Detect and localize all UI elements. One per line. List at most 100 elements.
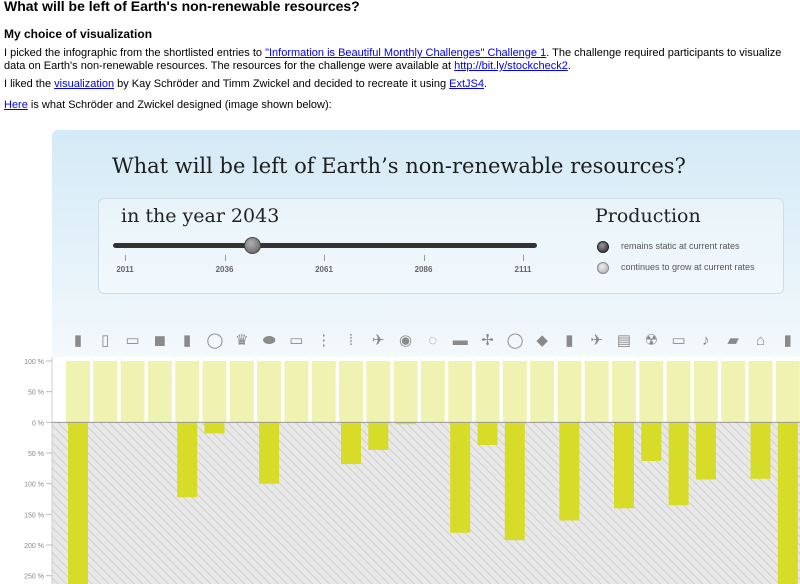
remaining-bar [366,361,391,423]
remaining-bar [666,361,691,423]
deficit-bar [695,422,716,480]
extjs4-link[interactable]: ExtJS4 [449,78,484,90]
deficit-bar [450,422,471,533]
monitor-icon: ▭ [125,332,140,349]
stockcheck-link[interactable]: http://bit.ly/stockcheck2 [454,60,568,72]
deficit-bar [614,422,634,509]
airplane-icon: ✈ [590,332,603,349]
slider-tick [523,255,524,261]
remaining-bar [147,361,172,423]
diamond-ring-icon: ◌ [428,332,438,349]
pill-icon: ⬬ [262,332,276,349]
remaining-bar [420,361,445,423]
slider-tick [125,255,126,261]
year-slider-track[interactable] [113,243,537,248]
visualization-link[interactable]: visualization [54,78,114,90]
remaining-bar [502,361,527,423]
credit-paragraph: I liked the visualization by Kay Schröde… [4,78,487,91]
remaining-bar [557,361,582,423]
slider-tick-label: 2086 [414,265,433,274]
battery-icon: ▮ [783,332,792,349]
crown-icon: ♛ [235,332,249,349]
y-tick-label: 100 % [24,359,44,366]
slider-tick-label: 2061 [315,265,333,274]
deficit-bar [750,422,771,479]
text: . [567,60,571,72]
remaining-bar [639,361,664,423]
remaining-bar [693,361,718,423]
page-title: What will be left of Earth's non-renewab… [4,0,360,14]
radio-grow-label: continues to grow at current rates [621,262,755,272]
deficit-bar [259,422,280,484]
deficit-bar [368,422,389,450]
controls-panel: in the year 2043 2011 2036 2061 2086 2111 Pr… [98,198,784,294]
remaining-bar [612,361,636,423]
saxophone-icon: ♪ [702,332,710,349]
cells-icon: ▯ [101,332,110,349]
monitor-icon: ▭ [671,332,686,349]
text: by Kay Schröder and Timm Zwickel and dec… [114,78,450,90]
remaining-bar [448,361,473,423]
text: is what Schröder and Zwickel designed (i… [27,99,332,111]
radio-static[interactable] [597,241,609,253]
resource-icons-row: ▮ ▯ ▭ ◼ ▮ ◯ ♛ ⬬ ▭ ⋮ ⁞ ✈ ◉ ◌ ▬ ✢ ◯ ◆ ▮ ✈ ▤ ☢ ▭ ♪ ▰ ⌂ ▮ [52,326,800,356]
y-tick-label: 250 % [24,574,44,581]
text: I picked the infographic from the shortl… [4,47,266,59]
year-slider-handle[interactable] [244,237,262,254]
deficit-bar [204,422,225,434]
remaining-bar [339,361,363,423]
remaining-bar [66,361,90,423]
remaining-bar [175,361,200,423]
ring-icon: ◯ [206,332,224,349]
y-tick-label: 150 % [24,512,44,519]
deficit-bar [341,422,361,465]
remaining-bar [202,361,227,423]
bar-icon: ▬ [452,332,468,349]
radio-grow[interactable] [597,262,609,274]
bulbs-icon: ⁞ [348,332,354,349]
remaining-bar [530,361,555,423]
y-tick-label: 100 % [24,482,44,489]
y-tick-label: 200 % [24,543,44,550]
monitor-icon: ▭ [289,332,304,349]
deficit-bar [641,422,662,462]
wires-icon: ⋮ [316,332,332,349]
slider-tick [224,255,226,261]
remaining-bar [120,361,145,423]
pipe-icon: ◆ [536,332,548,349]
slider-tick-label: 2011 [116,265,134,274]
phone-icon: ▮ [183,332,192,349]
remaining-bar [748,361,773,423]
slider-tick-label: 2111 [514,265,532,274]
text: . [483,78,488,90]
y-tick-label: 50 % [28,390,44,397]
coin-icon: ◉ [399,332,413,349]
house-icon: ⌂ [755,332,766,349]
challenge-link[interactable]: "Information is Beautiful Monthly Challe… [265,47,546,59]
ring-icon: ◯ [506,332,524,349]
remaining-bar [775,361,800,423]
image-intro-paragraph: Here is what Schröder and Zwickel design… [4,99,332,112]
chart-svg: 100 % 50 % 0 % 50 % 100 % 150 % 200 % 250 % [24,357,800,584]
section-heading: My choice of visualization [4,27,153,41]
can-icon: ◼ [153,332,167,349]
remaining-bar [229,361,254,423]
here-link[interactable]: Here [4,99,28,111]
deficit-bar [559,422,580,521]
remaining-bar [721,361,746,423]
remaining-bar [475,361,500,423]
deficit-bar [777,422,798,584]
remaining-bar [311,361,336,423]
infographic-title: What will be left of Earth’s non-renewab… [112,154,686,178]
slider-tick [423,255,425,261]
remaining-bar [393,361,418,423]
deficit-bar [504,422,525,541]
y-tick-label: 50 % [28,451,44,458]
radio-static-label: remains static at current rates [621,241,740,251]
airplane-icon: ✈ [372,332,385,349]
y-tick-label: 0 % [32,420,44,427]
deficit-bar [477,422,498,446]
remaining-bar [93,361,118,423]
year-label: in the year 2043 [121,205,280,227]
remaining-bar [284,361,309,423]
